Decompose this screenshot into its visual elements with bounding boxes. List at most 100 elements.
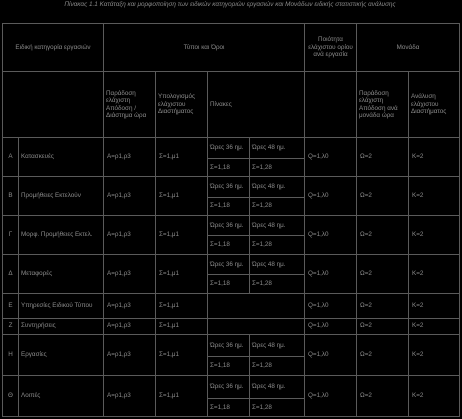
- cell-payment-a: Α=ρ1,ρ3: [103, 374, 156, 418]
- row-id: Γ: [2, 214, 19, 255]
- cell-period-1: Ώρες 36 ημ.: [207, 137, 250, 159]
- cell-unit-a: Ω=2: [356, 333, 409, 376]
- header-payment-b: Υπολογισμός ελάχιστου Διαστήματος: [155, 70, 208, 139]
- cell-unit-a: Ω=2: [356, 176, 409, 216]
- cell-payment-b: Σ=1,μ1: [155, 176, 208, 216]
- cell-unit-b: Κ=2: [408, 137, 460, 178]
- row-id: Θ: [2, 374, 19, 418]
- table-row: A Κατασκευές Α=ρ1,ρ3 Σ=1,μ1 Ώρες 36 ημ. …: [2, 137, 460, 178]
- header-category: Ειδική κατηγορία εργασιών: [2, 23, 104, 72]
- cell-period-2: Ώρες 48 ημ.: [249, 214, 305, 237]
- row-id: Ε: [2, 292, 19, 319]
- table-row: Η Εργασίες Α=ρ1,ρ3 Σ=1,μ1 Ώρες 36 ημ. Ώρ…: [2, 333, 460, 376]
- cell-period-2-value: Σ=1,28: [249, 157, 305, 178]
- cell-payment-a: Α=ρ1,ρ3: [103, 253, 156, 294]
- cell-payment-b: Σ=1,μ1: [155, 253, 208, 294]
- row-id: Ζ: [2, 317, 19, 335]
- cell-unit-b: Κ=2: [408, 374, 460, 418]
- cell-unit-a: Ω=2: [356, 137, 409, 178]
- cell-period-2: Ώρες 48 ημ.: [249, 253, 305, 276]
- cell-period-empty: [207, 292, 305, 319]
- cell-period-1-value: Σ=1,18: [207, 235, 250, 255]
- cell-period-1-value: Σ=1,18: [207, 356, 250, 376]
- cell-period-1-value: Σ=1,18: [207, 157, 250, 178]
- cell-unit-b: Κ=2: [408, 333, 460, 376]
- cell-period-1: Ώρες 36 ημ.: [207, 333, 250, 358]
- row-id: A: [2, 137, 19, 178]
- cell-payment-a: Α=ρ1,ρ3: [103, 176, 156, 216]
- cell-quality: Q=1,λ0: [304, 317, 357, 335]
- header-row-1: Ειδική κατηγορία εργασιών Τύποι και Όροι…: [2, 23, 460, 72]
- table-row: Ζ Συντηρήσεις Α=ρ1,ρ3 Σ=1,μ1 Q=1,λ0 Ω=2 …: [2, 317, 460, 335]
- cell-payment-b: Σ=1,μ1: [155, 292, 208, 319]
- cell-period-2: Ώρες 48 ημ.: [249, 333, 305, 358]
- cell-unit-b: Κ=2: [408, 317, 460, 335]
- cell-period-2: Ώρες 48 ημ.: [249, 137, 305, 159]
- cell-payment-a: Α=ρ1,ρ3: [103, 292, 156, 319]
- row-name: Προμήθειες Εκτελούν: [18, 176, 104, 216]
- row-id: Δ: [2, 253, 19, 294]
- cell-period-1: Ώρες 36 ημ.: [207, 214, 250, 237]
- header-unit-group: Μονάδα: [356, 23, 460, 72]
- row-name: Κατασκευές: [18, 137, 104, 178]
- cell-period-2: Ώρες 48 ημ.: [249, 374, 305, 399]
- cell-quality: Q=1,λ0: [304, 214, 357, 255]
- row-name: Συντηρήσεις: [18, 317, 104, 335]
- cell-payment-a: Α=ρ1,ρ3: [103, 317, 156, 335]
- cell-unit-b: Κ=2: [408, 176, 460, 216]
- cell-payment-b: Σ=1,μ1: [155, 317, 208, 335]
- cell-period-2-value: Σ=1,28: [249, 356, 305, 376]
- row-id: Β: [2, 176, 19, 216]
- table-caption: Πίνακας 1.1 Κατάταξη και μορφοποίηση των…: [64, 1, 396, 8]
- cell-period-2-value: Σ=1,28: [249, 274, 305, 294]
- cell-period-2-value: Σ=1,28: [249, 196, 305, 216]
- cell-payment-b: Σ=1,μ1: [155, 214, 208, 255]
- row-name: Μορφ. Προμήθειες Εκτελ.: [18, 214, 104, 255]
- cell-period-1: Ώρες 36 ημ.: [207, 374, 250, 399]
- header-payment-group: Τύποι και Όροι: [103, 23, 305, 72]
- row-id: Η: [2, 333, 19, 376]
- cell-quality: Q=1,λ0: [304, 253, 357, 294]
- header-row-2: Παράδοση ελάχιστη Απόδοση / Διάστημα ώρα…: [2, 70, 460, 139]
- cell-period-empty: [207, 317, 305, 335]
- cell-unit-b: Κ=2: [408, 253, 460, 294]
- header-spacer: [2, 70, 104, 139]
- cell-payment-a: Α=ρ1,ρ3: [103, 214, 156, 255]
- row-name: Εργασίες: [18, 333, 104, 376]
- header-payment-a: Παράδοση ελάχιστη Απόδοση / Διάστημα ώρα: [103, 70, 156, 139]
- cell-payment-b: Σ=1,μ1: [155, 374, 208, 418]
- cell-unit-a: Ω=2: [356, 317, 409, 335]
- cell-period-1-value: Σ=1,18: [207, 397, 250, 418]
- cell-quality: Q=1,λ0: [304, 176, 357, 216]
- cell-payment-b: Σ=1,μ1: [155, 137, 208, 178]
- table-row: Β Προμήθειες Εκτελούν Α=ρ1,ρ3 Σ=1,μ1 Ώρε…: [2, 176, 460, 216]
- cell-unit-b: Κ=2: [408, 292, 460, 319]
- cell-period-1-value: Σ=1,18: [207, 196, 250, 216]
- table-row: Γ Μορφ. Προμήθειες Εκτελ. Α=ρ1,ρ3 Σ=1,μ1…: [2, 214, 460, 255]
- cell-unit-a: Ω=2: [356, 374, 409, 418]
- cell-period-1-value: Σ=1,18: [207, 274, 250, 294]
- table-row: Ε Υπηρεσίες Ειδικού Τύπου Α=ρ1,ρ3 Σ=1,μ1…: [2, 292, 460, 319]
- cell-quality: Q=1,λ0: [304, 374, 357, 418]
- header-unit-b: Ανάλυση ελάχιστου Διαστήματος: [408, 70, 460, 139]
- cell-unit-a: Ω=2: [356, 214, 409, 255]
- header-quality-spacer: [304, 70, 357, 139]
- table-row: Θ Λοιπές Α=ρ1,ρ3 Σ=1,μ1 Ώρες 36 ημ. Ώρες…: [2, 374, 460, 418]
- cell-quality: Q=1,λ0: [304, 137, 357, 178]
- cell-unit-b: Κ=2: [408, 214, 460, 255]
- cell-payment-a: Α=ρ1,ρ3: [103, 137, 156, 178]
- cell-period-2-value: Σ=1,28: [249, 397, 305, 418]
- cell-payment-a: Α=ρ1,ρ3: [103, 333, 156, 376]
- cell-quality: Q=1,λ0: [304, 292, 357, 319]
- classification-table: Ειδική κατηγορία εργασιών Τύποι και Όροι…: [2, 23, 460, 418]
- cell-period-1: Ώρες 36 ημ.: [207, 253, 250, 276]
- cell-period-2-value: Σ=1,28: [249, 235, 305, 255]
- cell-quality: Q=1,λ0: [304, 333, 357, 376]
- header-unit-a: Παράδοση ελάχιστη Απόδοση ανά μονάδα ώρα: [356, 70, 409, 139]
- cell-period-2: Ώρες 48 ημ.: [249, 176, 305, 198]
- cell-payment-b: Σ=1,μ1: [155, 333, 208, 376]
- header-quality: Ποιότητα ελάχιστου ορίου ανά εργασία: [304, 23, 357, 72]
- cell-unit-a: Ω=2: [356, 292, 409, 319]
- row-name: Μεταφορές: [18, 253, 104, 294]
- cell-unit-a: Ω=2: [356, 253, 409, 294]
